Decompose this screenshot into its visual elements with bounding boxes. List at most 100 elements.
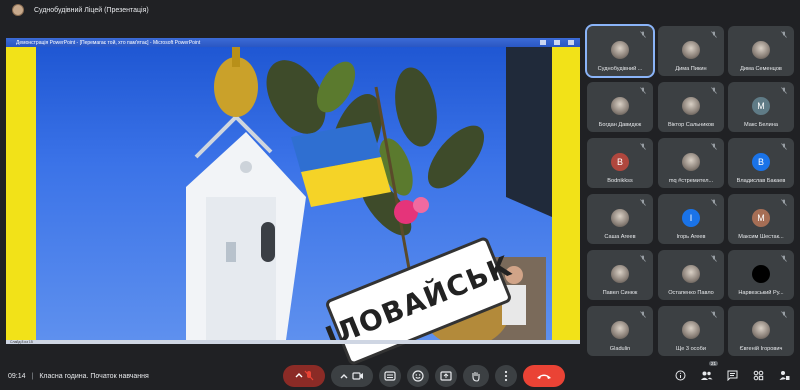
mic-muted-icon (640, 87, 646, 94)
participant-tile[interactable]: Павел Синюк (587, 250, 653, 300)
presentation-stage[interactable]: Демонстрація PowerPoint - [Перемагає той… (6, 38, 580, 367)
participant-name: Суднобудівний ... (597, 66, 643, 72)
mic-muted-icon (711, 31, 717, 38)
mic-muted-icon (781, 87, 787, 94)
participant-tile[interactable]: Gladulin (587, 306, 653, 356)
participant-tile[interactable]: M Максим Шестак... (728, 194, 794, 244)
avatar: B (611, 153, 629, 171)
present-button[interactable] (435, 365, 457, 387)
people-button[interactable]: 21 (698, 361, 718, 383)
hand-icon (472, 372, 480, 382)
mic-muted-icon (711, 199, 717, 206)
mic-muted-icon (640, 255, 646, 262)
activities-button[interactable] (750, 367, 766, 383)
camera-icon (340, 372, 363, 380)
more-vert-icon (504, 370, 508, 382)
participant-name: Нарвезський Ру... (738, 290, 784, 296)
avatar (611, 209, 629, 227)
mic-muted-icon (640, 311, 646, 318)
chat-button[interactable] (724, 367, 740, 383)
participant-tile[interactable]: I Ігорь Агеев (658, 194, 724, 244)
meeting-title: Класна година. Початок навчання (39, 372, 149, 380)
mic-muted-icon (781, 199, 787, 206)
top-bar: Суднобудівний Ліцей (Презентація) (0, 0, 800, 20)
host-controls-button[interactable] (776, 367, 792, 383)
mic-muted-icon (640, 31, 646, 38)
avatar: I (682, 209, 700, 227)
participant-name: Макс Белина (744, 122, 778, 128)
participant-name: Максим Шестак... (738, 234, 784, 240)
avatar (682, 41, 700, 59)
avatar (682, 153, 700, 171)
participant-count-badge: 21 (708, 361, 718, 366)
mic-muted-icon (640, 199, 646, 206)
participant-name: Остапенко Павло (668, 290, 714, 296)
camera-button[interactable] (331, 365, 373, 387)
mic-button[interactable] (283, 365, 325, 387)
info-button[interactable] (672, 367, 688, 383)
mic-muted-icon (781, 143, 787, 150)
avatar: B (752, 153, 770, 171)
mic-muted-icon (781, 31, 787, 38)
avatar (611, 321, 629, 339)
participant-name: Саша Агеев (604, 234, 636, 240)
participant-tile[interactable]: Дима Семенцов (728, 26, 794, 76)
raise-hand-button[interactable] (463, 365, 489, 387)
mic-muted-icon (640, 143, 646, 150)
participant-name: Владислав Бакаев (736, 178, 786, 184)
participant-tile[interactable]: Нарвезський Ру... (728, 250, 794, 300)
participant-name: Bodnikkss (607, 178, 633, 184)
separator: | (31, 372, 34, 380)
leave-call-button[interactable] (523, 365, 565, 387)
participant-tile[interactable]: Суднобудівний ... (585, 24, 655, 78)
powerpoint-title: Демонстрація PowerPoint - [Перемагає той… (16, 39, 201, 46)
participant-tile[interactable]: Ще 3 особи (658, 306, 724, 356)
participant-name: Gladulin (609, 346, 631, 352)
participant-name: Дима Семенцов (740, 66, 782, 72)
mic-muted-icon (711, 255, 717, 262)
powerpoint-titlebar: Демонстрація PowerPoint - [Перемагає той… (6, 38, 580, 47)
participant-name: Богдан Давидюк (598, 122, 642, 128)
avatar (611, 97, 629, 115)
slide-border-left (6, 47, 36, 340)
mic-muted-icon (781, 255, 787, 262)
presenter-avatar-icon (12, 4, 24, 16)
participant-name: Ще 3 особи (676, 346, 706, 352)
avatar (682, 265, 700, 283)
participant-tile[interactable]: Віктор Сальников (658, 82, 724, 132)
emoji-button[interactable] (407, 365, 429, 387)
participant-tile[interactable]: Євгеній Ігорович (728, 306, 794, 356)
participant-tile[interactable]: Богдан Давидюк (587, 82, 653, 132)
participant-tile[interactable]: Дима Пикин (658, 26, 724, 76)
activities-icon (753, 370, 763, 380)
participant-tile[interactable]: B Bodnikkss (587, 138, 653, 188)
participant-tile[interactable]: B Владислав Бакаев (728, 138, 794, 188)
hang-up-icon (537, 374, 551, 379)
participant-name: Павел Синюк (602, 290, 638, 296)
avatar (611, 41, 629, 59)
bottom-bar: 09:14 | Класна година. Початок навчання (0, 361, 800, 390)
participant-tile[interactable]: Остапенко Павло (658, 250, 724, 300)
people-icon (700, 371, 712, 380)
more-options-button[interactable] (495, 365, 517, 387)
slide-border-right (552, 47, 580, 340)
participant-name: Дима Пикин (675, 66, 707, 72)
avatar (682, 321, 700, 339)
avatar (752, 321, 770, 339)
avatar (611, 265, 629, 283)
clock: 09:14 (8, 372, 26, 380)
mic-muted-icon (711, 87, 717, 94)
participant-tile[interactable]: Саша Агеев (587, 194, 653, 244)
captions-icon (384, 371, 396, 381)
present-screen-icon (440, 371, 452, 381)
avatar (752, 41, 770, 59)
lock-person-icon (779, 370, 789, 380)
powerpoint-statusbar: Слайд 8 из 15 (6, 340, 580, 344)
avatar (682, 97, 700, 115)
avatar: M (752, 97, 770, 115)
captions-button[interactable] (379, 365, 401, 387)
avatar (752, 265, 770, 283)
info-icon (675, 370, 685, 380)
participant-tile[interactable]: M Макс Белина (728, 82, 794, 132)
participant-tile[interactable]: mq #стремител... (658, 138, 724, 188)
